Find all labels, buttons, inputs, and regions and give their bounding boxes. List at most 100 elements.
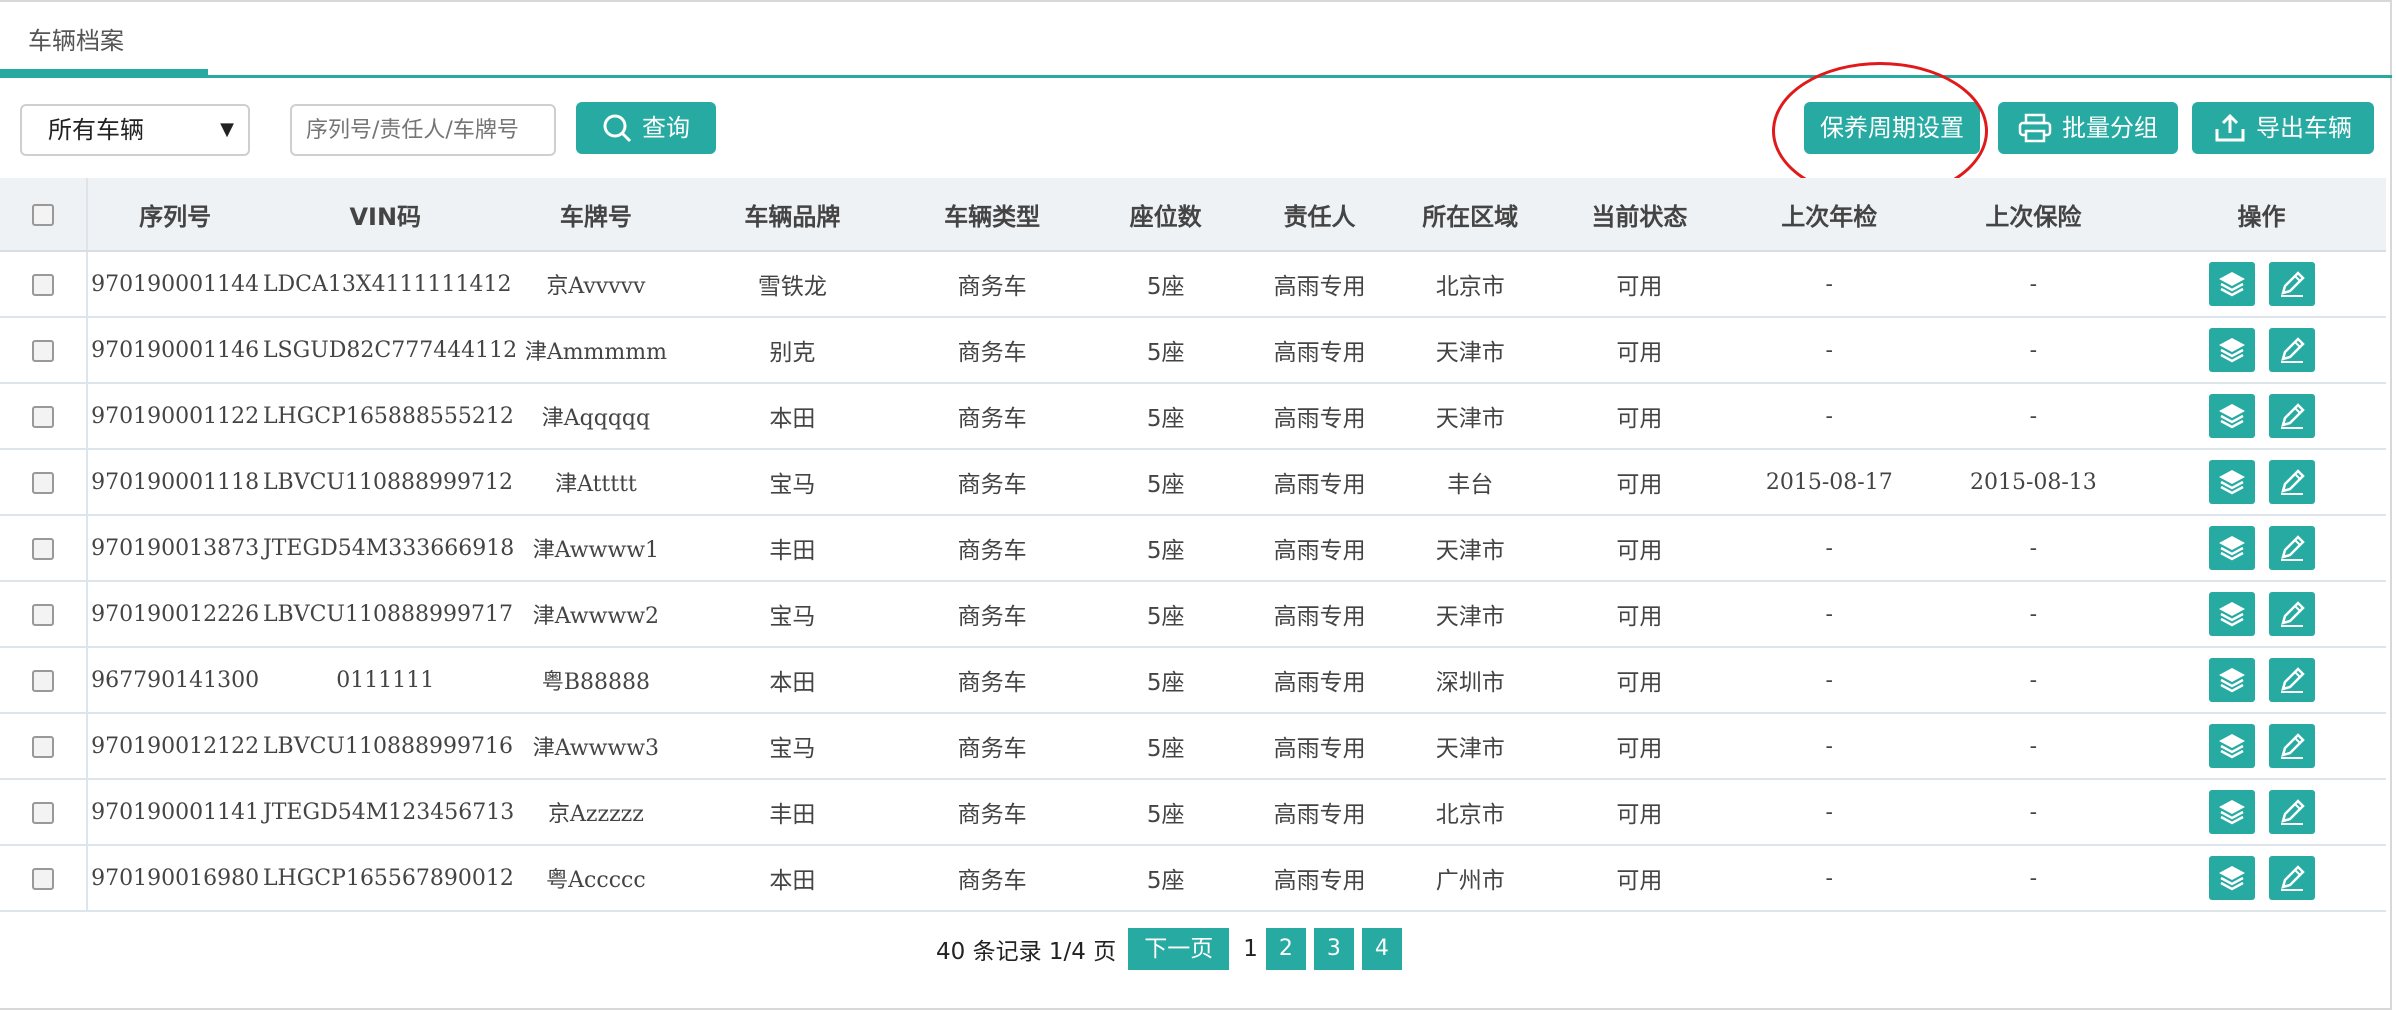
row-actions-cell — [2137, 515, 2386, 582]
row-checkbox[interactable] — [32, 537, 55, 560]
select-all-cell — [0, 178, 89, 252]
header-status[interactable]: 当前状态 — [1549, 178, 1729, 252]
cell-seats: 5座 — [1082, 317, 1249, 384]
page-3-button[interactable]: 3 — [1313, 928, 1354, 970]
header-owner[interactable]: 责任人 — [1248, 178, 1391, 252]
cell-seats: 5座 — [1082, 251, 1249, 318]
pencil-edit-icon[interactable] — [2268, 658, 2315, 702]
header-brand[interactable]: 车辆品牌 — [683, 178, 902, 252]
cell-type: 商务车 — [901, 383, 1083, 450]
search-input[interactable] — [290, 104, 556, 156]
cell-status: 可用 — [1549, 515, 1729, 582]
row-actions-cell — [2137, 647, 2386, 714]
cell-region: 天津市 — [1390, 317, 1550, 384]
select-all-checkbox[interactable] — [32, 204, 55, 226]
row-select-cell — [0, 779, 89, 846]
row-checkbox[interactable] — [32, 867, 55, 890]
cell-type: 商务车 — [901, 581, 1083, 648]
cell-region: 天津市 — [1390, 515, 1550, 582]
header-last-inspection[interactable]: 上次年检 — [1728, 178, 1930, 252]
cell-region: 天津市 — [1390, 713, 1550, 780]
header-plate[interactable]: 车牌号 — [508, 178, 684, 252]
cell-status: 可用 — [1549, 449, 1729, 516]
layers-icon[interactable] — [2208, 790, 2255, 834]
pencil-edit-icon[interactable] — [2268, 790, 2315, 834]
cell-brand: 本田 — [683, 647, 902, 714]
tab-vehicle-archive[interactable]: 车辆档案 — [0, 6, 208, 78]
pencil-edit-icon[interactable] — [2268, 262, 2315, 306]
header-seats[interactable]: 座位数 — [1082, 178, 1249, 252]
cell-type: 商务车 — [901, 515, 1083, 582]
header-type[interactable]: 车辆类型 — [901, 178, 1083, 252]
cell-last-insurance: - — [1929, 779, 2138, 846]
cell-serial: 970190001118 — [87, 449, 262, 516]
cell-type: 商务车 — [901, 845, 1083, 912]
printer-icon — [2018, 113, 2052, 143]
cell-vin: LBVCU110888999716 — [261, 713, 513, 780]
layers-icon[interactable] — [2208, 460, 2255, 504]
maintenance-cycle-button[interactable]: 保养周期设置 — [1804, 102, 1980, 154]
cell-owner: 高雨专用 — [1248, 779, 1391, 846]
pencil-edit-icon[interactable] — [2268, 328, 2315, 372]
layers-icon[interactable] — [2208, 856, 2255, 900]
row-actions-cell — [2137, 581, 2386, 648]
cell-vin: LHGCP165567890012 — [261, 845, 514, 912]
vehicle-filter-select[interactable]: 所有车辆 ▼ — [20, 104, 250, 156]
table-row: 970190001141 JTEGD54M123456713 京Azzzzz 丰田 商务… — [0, 779, 2386, 846]
table-row: 970190012226 LBVCU110888999717 津Awwww2 宝马 商务… — [0, 581, 2386, 648]
layers-icon[interactable] — [2208, 394, 2255, 438]
layers-icon[interactable] — [2208, 526, 2255, 570]
cell-seats: 5座 — [1082, 647, 1249, 714]
cell-serial: 970190001141 — [87, 779, 262, 846]
row-checkbox[interactable] — [32, 735, 55, 758]
header-region[interactable]: 所在区域 — [1390, 178, 1550, 252]
cell-last-insurance: - — [1929, 581, 2138, 648]
pencil-edit-icon[interactable] — [2268, 724, 2315, 768]
row-checkbox[interactable] — [32, 273, 55, 296]
row-select-cell — [0, 251, 89, 318]
header-last-insurance[interactable]: 上次保险 — [1929, 178, 2138, 252]
cell-last-insurance: - — [1929, 317, 2138, 384]
page-2-button[interactable]: 2 — [1265, 928, 1306, 970]
pencil-edit-icon[interactable] — [2268, 394, 2315, 438]
batch-group-button[interactable]: 批量分组 — [1998, 102, 2178, 154]
pencil-edit-icon[interactable] — [2268, 526, 2315, 570]
layers-icon[interactable] — [2208, 328, 2255, 372]
row-actions-cell — [2137, 779, 2386, 846]
cell-serial: 970190012226 — [87, 581, 262, 648]
next-page-button[interactable]: 下一页 — [1128, 928, 1230, 970]
header-serial[interactable]: 序列号 — [87, 178, 262, 252]
row-checkbox[interactable] — [32, 801, 55, 824]
cell-seats: 5座 — [1082, 581, 1249, 648]
pencil-edit-icon[interactable] — [2268, 856, 2315, 900]
layers-icon[interactable] — [2208, 592, 2255, 636]
layers-icon[interactable] — [2208, 724, 2255, 768]
row-checkbox[interactable] — [32, 405, 55, 428]
cell-owner: 高雨专用 — [1248, 713, 1391, 780]
cell-owner: 高雨专用 — [1248, 383, 1391, 450]
page-4-button[interactable]: 4 — [1361, 928, 1402, 970]
row-checkbox[interactable] — [32, 603, 55, 626]
pencil-edit-icon[interactable] — [2268, 592, 2315, 636]
cell-serial: 970190012122 — [87, 713, 262, 780]
layers-icon[interactable] — [2208, 262, 2255, 306]
cell-last-insurance: - — [1929, 845, 2138, 912]
cell-serial: 970190001146 — [87, 317, 262, 384]
row-checkbox[interactable] — [32, 339, 55, 362]
cell-seats: 5座 — [1082, 845, 1249, 912]
cell-vin: JTEGD54M123456713 — [261, 779, 514, 846]
row-checkbox[interactable] — [32, 471, 55, 494]
cell-last-inspection: - — [1728, 647, 1930, 714]
cell-plate: 粤Accccc — [508, 845, 684, 912]
cell-type: 商务车 — [901, 449, 1083, 516]
header-vin[interactable]: VIN码 — [261, 178, 509, 252]
cell-last-inspection: - — [1728, 383, 1930, 450]
row-checkbox[interactable] — [32, 669, 55, 692]
query-button[interactable]: 查询 — [576, 102, 716, 154]
layers-icon[interactable] — [2208, 658, 2255, 702]
export-vehicles-button[interactable]: 导出车辆 — [2192, 102, 2374, 154]
cell-region: 丰台 — [1390, 449, 1550, 516]
table-row: 970190001122 LHGCP165888555212 津Aqqqqq 本田 商务… — [0, 383, 2386, 450]
cell-seats: 5座 — [1082, 515, 1249, 582]
pencil-edit-icon[interactable] — [2268, 460, 2315, 504]
